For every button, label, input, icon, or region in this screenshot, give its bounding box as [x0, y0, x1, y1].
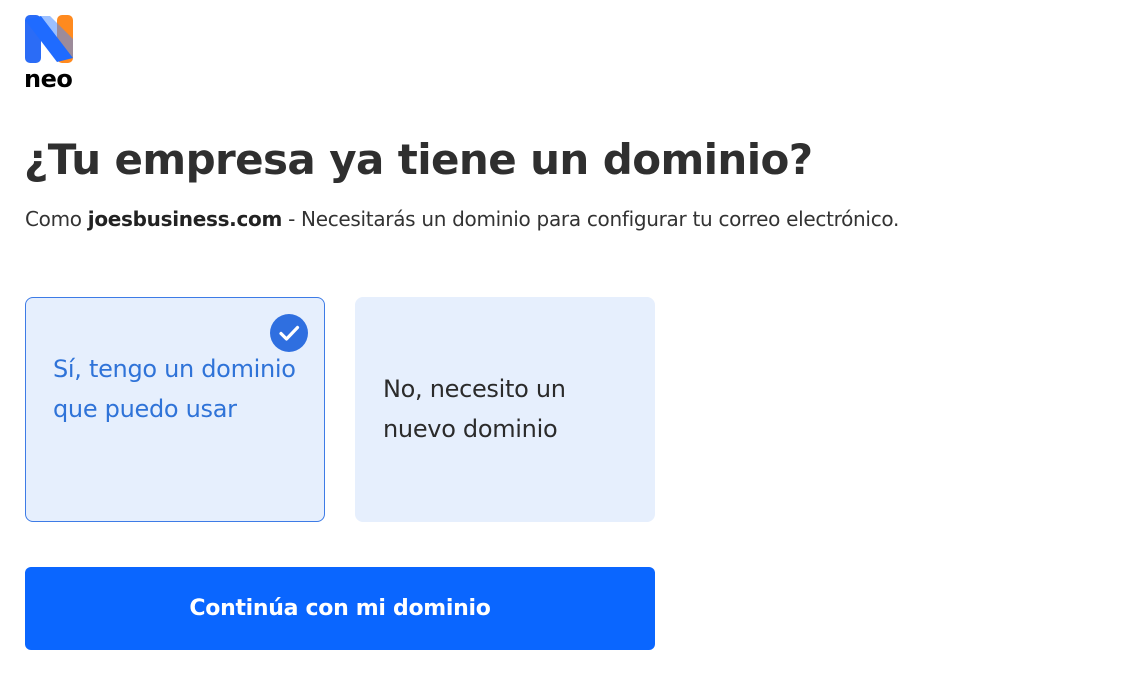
option-has-domain-card[interactable]: Sí, tengo un dominio que puedo usar — [25, 297, 325, 522]
checkmark-glyph — [279, 325, 300, 341]
neo-logo: neo — [24, 15, 84, 93]
option-has-domain-label: Sí, tengo un dominio que puedo usar — [53, 355, 296, 423]
example-domain: joesbusiness.com — [87, 207, 283, 231]
option-need-domain-card[interactable]: No, necesito un nuevo dominio — [355, 297, 655, 522]
checkmark-icon — [270, 314, 308, 352]
subtitle-prefix: Como — [25, 207, 88, 231]
page-title: ¿Tu empresa ya tiene un dominio? — [24, 135, 813, 184]
continue-with-domain-button[interactable]: Continúa con mi dominio — [25, 567, 655, 650]
subtitle-suffix: - Necesitarás un dominio para configurar… — [282, 207, 900, 231]
option-need-domain-label: No, necesito un nuevo dominio — [383, 375, 566, 443]
page-subtitle: Como joesbusiness.com - Necesitarás un d… — [25, 204, 899, 234]
logo-wordmark: neo — [24, 65, 73, 93]
neo-logo-icon — [25, 15, 73, 63]
